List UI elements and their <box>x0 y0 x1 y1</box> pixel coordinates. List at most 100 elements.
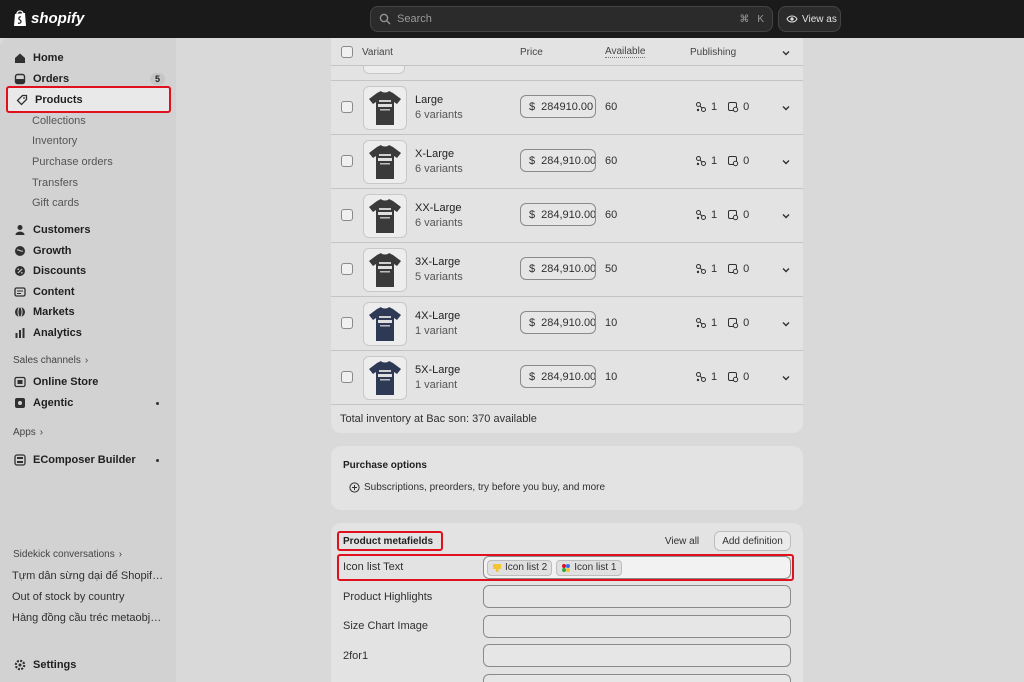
sidebar-item-markets[interactable]: Markets <box>6 301 171 323</box>
sidebar-item-analytics[interactable]: Analytics <box>6 322 171 344</box>
command-key: ⌘ <box>739 13 750 25</box>
chevron-down-icon[interactable] <box>781 265 791 275</box>
sidebar-item-customers[interactable]: Customers <box>6 219 171 241</box>
sidebar-item-gift-cards[interactable]: Gift cards <box>6 192 171 214</box>
currency-symbol: $ <box>529 316 536 329</box>
variant-name: 4X-Large <box>415 310 461 322</box>
chevron-down-icon[interactable] <box>781 48 791 58</box>
chevron-down-icon[interactable] <box>781 103 791 113</box>
orders-icon <box>13 73 26 86</box>
view-as-button[interactable]: View as <box>778 6 841 32</box>
variant-checkbox[interactable] <box>341 101 353 113</box>
currency-symbol: $ <box>529 100 536 113</box>
chart-icon <box>13 327 26 340</box>
publishing-status[interactable]: 1 0 <box>695 371 749 383</box>
sidebar-item-label: Online Store <box>33 376 99 388</box>
product-highlights-field[interactable] <box>483 585 791 608</box>
variant-checkbox[interactable] <box>341 371 353 383</box>
variant-count: 1 variant <box>415 325 458 337</box>
tshirt-image <box>369 199 401 233</box>
variant-price-input[interactable]: $ 284,910.00 <box>520 149 596 172</box>
metafield-label-partial <box>343 676 349 682</box>
variant-row[interactable]: 5X-Large 1 variant $ 284,910.00 10 1 0 <box>331 351 803 405</box>
chevron-down-icon[interactable] <box>781 373 791 383</box>
variant-row[interactable]: XX-Large 6 variants $ 284,910.00 60 1 0 <box>331 189 803 243</box>
variant-price-input[interactable]: $ 284910.00 <box>520 95 596 118</box>
purchase-options-link[interactable]: Subscriptions, preorders, try before you… <box>349 482 605 493</box>
sidebar-item-products[interactable]: Products <box>6 86 171 113</box>
publishing-status[interactable]: 1 0 <box>695 263 749 275</box>
variant-thumbnail[interactable] <box>363 248 407 292</box>
variant-price-input[interactable]: $ 284,910.00 <box>520 365 596 388</box>
conversation-item[interactable]: Hàng đồng cầu tréc metaobjec... <box>12 612 167 624</box>
currency-symbol: $ <box>529 154 536 167</box>
variant-thumbnail[interactable] <box>363 194 407 238</box>
sidebar-item-content[interactable]: Content <box>6 281 171 303</box>
variant-checkbox[interactable] <box>341 263 353 275</box>
add-definition-button[interactable]: Add definition <box>714 531 791 551</box>
select-all-checkbox[interactable] <box>341 46 353 58</box>
variant-row[interactable]: 3X-Large 5 variants $ 284,910.00 50 1 0 <box>331 243 803 297</box>
sidebar-item-ecomposer[interactable]: EComposer Builder <box>6 449 171 471</box>
gear-icon <box>13 659 26 672</box>
publishing-status[interactable]: 1 0 <box>695 317 749 329</box>
sidebar-item-online-store[interactable]: Online Store <box>6 371 171 393</box>
sidebar-item-agentic[interactable]: Agentic <box>6 392 171 414</box>
size-chart-image-field[interactable] <box>483 615 791 638</box>
shortcut-key: K <box>757 13 764 25</box>
view-all-button[interactable]: View all <box>660 531 704 551</box>
channels-icon <box>696 372 706 382</box>
2for1-field[interactable] <box>483 644 791 667</box>
sidebar-item-growth[interactable]: Growth <box>6 240 171 262</box>
variant-price-input[interactable]: $ 284,910.00 <box>520 257 596 280</box>
available-quantity: 10 <box>605 317 618 329</box>
next-metafield-field[interactable] <box>483 674 791 682</box>
conversation-item[interactable]: Tựm dẫn sừng dại để Shopify ... <box>12 570 167 582</box>
chevron-down-icon[interactable] <box>781 157 791 167</box>
publishing-status[interactable]: 1 0 <box>695 209 749 221</box>
sidebar-item-discounts[interactable]: Discounts <box>6 260 171 282</box>
metafield-label: 2for1 <box>343 650 369 662</box>
variant-checkbox[interactable] <box>341 209 353 221</box>
unpublished-icon <box>728 102 739 113</box>
chevron-down-icon[interactable] <box>781 319 791 329</box>
markets-globe-icon <box>13 306 26 319</box>
orders-count-badge: 5 <box>149 73 165 85</box>
variant-thumbnail[interactable] <box>363 302 407 346</box>
sales-channels-header[interactable]: Sales channels › <box>13 355 88 366</box>
conversation-item[interactable]: Out of stock by country <box>12 591 167 603</box>
sidebar-item-inventory[interactable]: Inventory <box>6 130 171 152</box>
sidebar-item-home[interactable]: Home <box>6 47 171 69</box>
variant-thumbnail[interactable] <box>363 140 407 184</box>
sidebar-item-transfers[interactable]: Transfers <box>6 172 171 194</box>
variant-checkbox[interactable] <box>341 317 353 329</box>
chevron-right-icon: › <box>84 355 89 366</box>
variant-row[interactable]: Large 6 variants $ 284910.00 60 1 0 <box>331 81 803 135</box>
sidebar-item-settings[interactable]: Settings <box>6 654 171 676</box>
sidebar-item-label: Products <box>35 93 83 106</box>
variant-row[interactable]: 4X-Large 1 variant $ 284,910.00 10 1 0 <box>331 297 803 351</box>
variant-row[interactable]: X-Large 6 variants $ 284,910.00 60 1 0 <box>331 135 803 189</box>
publishing-status[interactable]: 1 0 <box>695 101 749 113</box>
sidekick-conversations-header[interactable]: Sidekick conversations › <box>13 549 122 560</box>
sidebar-item-purchase-orders[interactable]: Purchase orders <box>6 151 171 173</box>
variant-thumbnail[interactable] <box>363 356 407 400</box>
shopify-logo[interactable]: shopify <box>12 9 84 27</box>
variant-price-input[interactable]: $ 284,910.00 <box>520 203 596 226</box>
unpublished-icon <box>728 210 739 221</box>
chevron-down-icon[interactable] <box>781 211 791 221</box>
publishing-status[interactable]: 1 0 <box>695 155 749 167</box>
variant-name: XX-Large <box>415 202 462 214</box>
price-column-header: Price <box>520 47 543 58</box>
search-input[interactable]: Search ⌘ K <box>370 6 773 32</box>
sidebar-item-collections[interactable]: Collections <box>6 110 171 132</box>
variant-price-input[interactable]: $ 284,910.00 <box>520 311 596 334</box>
variant-checkbox[interactable] <box>341 155 353 167</box>
apps-header[interactable]: Apps › <box>13 427 43 438</box>
top-bar: shopify Search ⌘ K View as <box>0 0 1024 38</box>
tshirt-image <box>369 253 401 287</box>
variant-thumbnail[interactable] <box>363 86 407 130</box>
content-icon <box>13 286 26 299</box>
globe-icon <box>13 245 26 258</box>
logo-text: shopify <box>31 9 85 27</box>
